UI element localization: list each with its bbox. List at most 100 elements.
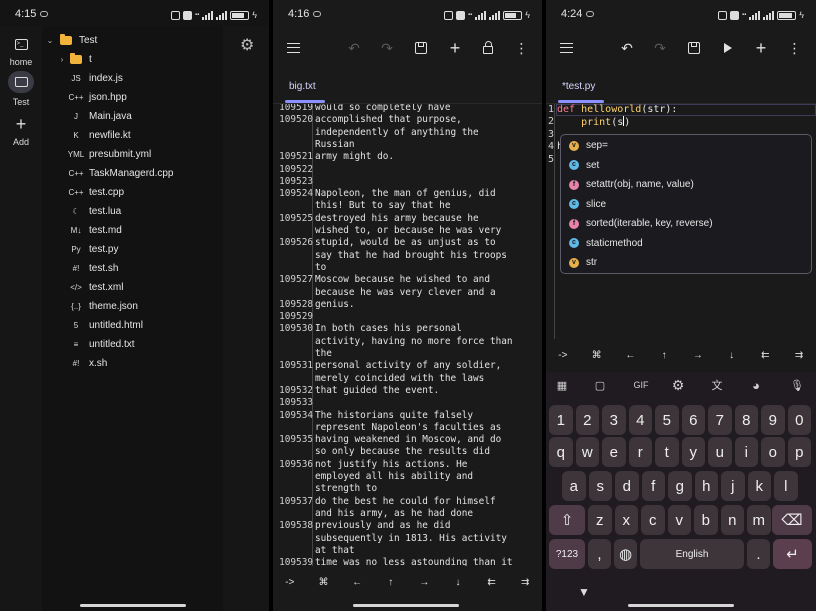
tree-file[interactable]: ☾ test.lua — [70, 202, 223, 221]
autocomplete-item[interactable]: c slice — [561, 195, 811, 215]
key-x[interactable]: x — [614, 505, 638, 535]
extra-key[interactable]: ⇉ — [508, 577, 542, 588]
key-9[interactable]: 9 — [761, 405, 785, 435]
extra-key[interactable]: ⇉ — [782, 350, 816, 361]
key-4[interactable]: 4 — [628, 405, 652, 435]
tab-big-txt[interactable]: big.txt — [289, 81, 316, 92]
extra-key[interactable]: ← — [614, 350, 648, 361]
key-u[interactable]: u — [708, 437, 732, 467]
autocomplete-item[interactable]: c staticmethod — [561, 234, 811, 254]
gif-button[interactable]: GIF — [630, 378, 652, 392]
menu-button[interactable] — [283, 38, 303, 58]
tree-file[interactable]: C++ TaskManagerd.cpp — [68, 164, 223, 183]
key-l[interactable]: l — [774, 471, 798, 501]
autocomplete-item[interactable]: v sep= — [561, 136, 811, 156]
rail-item-test[interactable]: Test — [0, 71, 42, 107]
comma-key[interactable]: , — [588, 539, 611, 569]
key-z[interactable]: z — [588, 505, 612, 535]
sticker-icon[interactable]: ▢ — [592, 378, 608, 392]
hide-keyboard-icon[interactable]: ▼ — [578, 585, 590, 599]
tab-test-py[interactable]: *test.py — [562, 81, 595, 92]
tree-file[interactable]: M↓ test.md — [70, 221, 223, 240]
key-n[interactable]: n — [720, 505, 744, 535]
tree-file[interactable]: </> test.xml — [70, 278, 223, 297]
shift-key[interactable]: ⇧ — [549, 505, 585, 535]
symbols-key[interactable]: ?123 — [549, 539, 585, 569]
tree-file[interactable]: 5 untitled.html — [70, 316, 223, 335]
autocomplete-item[interactable]: c set — [561, 156, 811, 176]
key-3[interactable]: 3 — [602, 405, 626, 435]
add-button[interactable]: + — [751, 38, 771, 58]
more-button[interactable]: ⋮ — [784, 38, 804, 58]
tree-file[interactable]: Knewfile.kt — [70, 126, 223, 145]
autocomplete-item[interactable]: f setattr(obj, name, value) — [561, 175, 811, 195]
key-j[interactable]: j — [721, 471, 745, 501]
extra-key[interactable]: ⇇ — [749, 350, 783, 361]
key-w[interactable]: w — [575, 437, 599, 467]
mic-icon[interactable]: 🎙 — [789, 378, 805, 392]
enter-key[interactable]: ↵ — [773, 539, 812, 569]
key-v[interactable]: v — [667, 505, 691, 535]
key-k[interactable]: k — [747, 471, 771, 501]
key-f[interactable]: f — [641, 471, 665, 501]
backspace-key[interactable]: ⌫ — [772, 505, 812, 535]
key-g[interactable]: g — [668, 471, 692, 501]
undo-button[interactable]: ↶ — [617, 38, 637, 58]
key-c[interactable]: c — [641, 505, 665, 535]
key-b[interactable]: b — [694, 505, 718, 535]
key-q[interactable]: q — [549, 437, 573, 467]
redo-button[interactable]: ↷ — [650, 38, 670, 58]
key-y[interactable]: y — [681, 437, 705, 467]
extra-key[interactable]: → — [681, 350, 715, 361]
save-button[interactable] — [411, 38, 431, 58]
extra-key[interactable]: ⌘ — [580, 350, 614, 361]
tree-file[interactable]: ≡ untitled.txt — [70, 335, 223, 354]
rail-item-home[interactable]: >_ home — [0, 34, 42, 67]
key-d[interactable]: d — [615, 471, 639, 501]
extra-key[interactable]: ↑ — [374, 577, 408, 588]
key-2[interactable]: 2 — [575, 405, 599, 435]
key-i[interactable]: i — [734, 437, 758, 467]
autocomplete-item[interactable]: f sorted(iterable, key, reverse) — [561, 214, 811, 234]
autocomplete-item[interactable]: v str — [561, 253, 811, 273]
period-key[interactable]: . — [747, 539, 770, 569]
redo-button[interactable]: ↷ — [377, 38, 397, 58]
tree-root[interactable]: ⌄ Test — [46, 31, 223, 50]
tree-file[interactable]: JS index.js — [70, 69, 223, 88]
text-area[interactable]: 109519 would so completely have 109520 acco… — [273, 104, 542, 566]
key-6[interactable]: 6 — [681, 405, 705, 435]
key-o[interactable]: o — [761, 437, 785, 467]
key-t[interactable]: t — [655, 437, 679, 467]
rail-item-add[interactable]: + Add — [0, 114, 42, 148]
key-h[interactable]: h — [694, 471, 718, 501]
key-r[interactable]: r — [628, 437, 652, 467]
extra-key[interactable]: -> — [273, 577, 307, 588]
key-e[interactable]: e — [602, 437, 626, 467]
extra-key[interactable]: -> — [546, 350, 580, 361]
palette-icon[interactable]: ◕ — [748, 378, 764, 393]
tree-folder[interactable]: › t — [58, 50, 223, 69]
undo-button[interactable]: ↶ — [344, 38, 364, 58]
key-s[interactable]: s — [588, 471, 612, 501]
globe-key[interactable]: ◍ — [614, 539, 637, 569]
key-m[interactable]: m — [747, 505, 771, 535]
key-0[interactable]: 0 — [787, 405, 811, 435]
tree-file[interactable]: #! test.sh — [70, 259, 223, 278]
more-button[interactable]: ⋮ — [511, 38, 531, 58]
extra-key[interactable]: ⇇ — [475, 577, 509, 588]
key-7[interactable]: 7 — [708, 405, 732, 435]
extra-key[interactable]: ↓ — [715, 350, 749, 361]
save-button[interactable] — [684, 38, 704, 58]
tree-file[interactable]: {..} theme.json — [70, 297, 223, 316]
extra-key[interactable]: ↑ — [647, 350, 681, 361]
add-button[interactable]: + — [445, 38, 465, 58]
menu-button[interactable] — [556, 38, 576, 58]
tree-file[interactable]: J Main.java — [70, 107, 223, 126]
apps-grid-icon[interactable]: ▦ — [554, 378, 570, 392]
key-8[interactable]: 8 — [734, 405, 758, 435]
key-1[interactable]: 1 — [549, 405, 573, 435]
extra-key[interactable]: ↓ — [441, 577, 475, 588]
key-a[interactable]: a — [562, 471, 586, 501]
tree-file[interactable]: Py test.py — [70, 240, 223, 259]
extra-key[interactable]: ← — [340, 577, 374, 588]
